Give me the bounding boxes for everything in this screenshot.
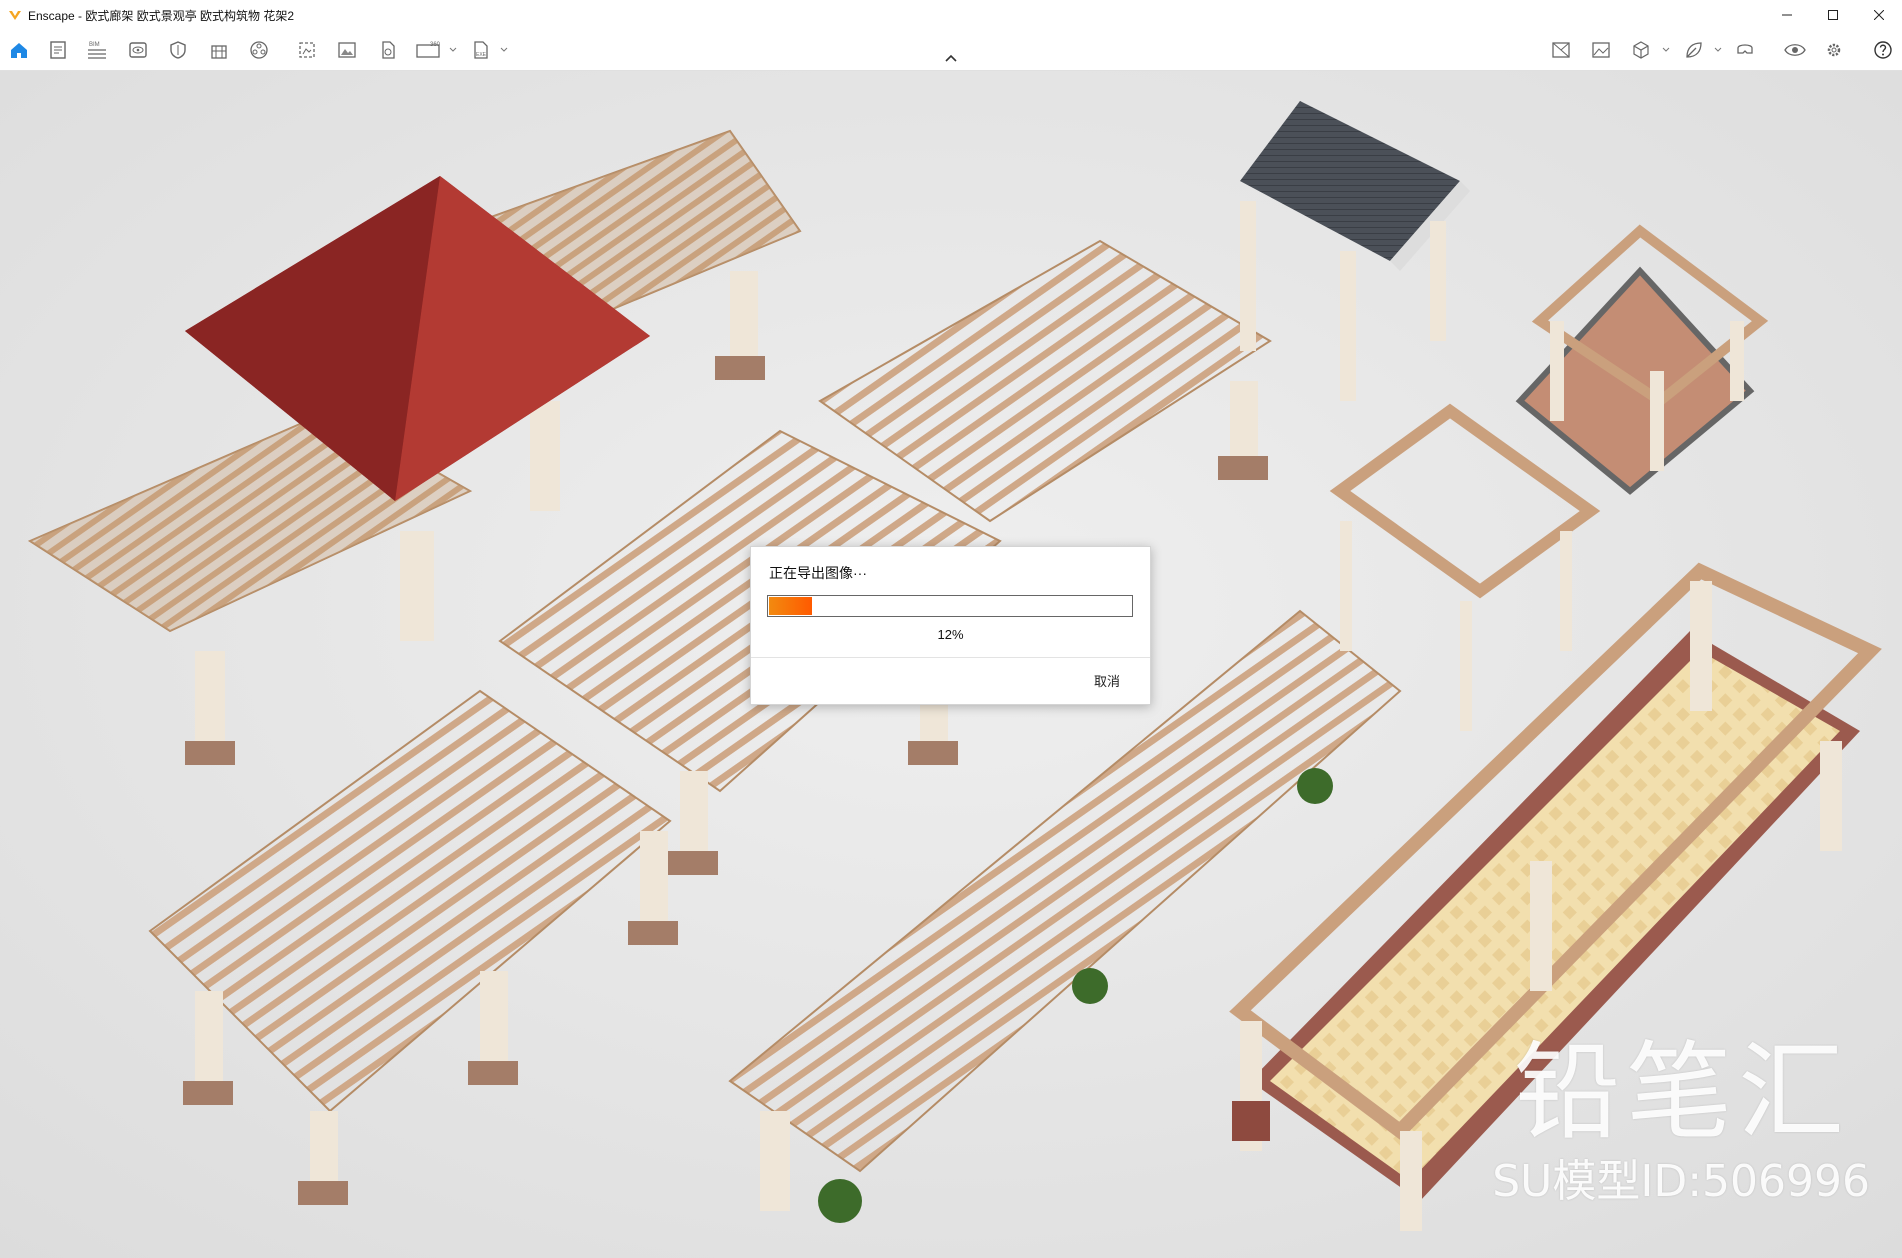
eye-icon	[1784, 44, 1806, 56]
landscape-button[interactable]	[1590, 39, 1612, 61]
visibility-icon	[129, 42, 147, 58]
watermark-model-id: SU模型ID:506996	[1492, 1156, 1870, 1207]
exe-export-icon: EXE	[474, 41, 488, 59]
cube-icon	[1633, 41, 1649, 59]
home-button[interactable]	[8, 39, 30, 61]
building-button[interactable]	[208, 39, 230, 61]
bim-button[interactable]: BIM	[86, 39, 108, 61]
cancel-button[interactable]: 取消	[1094, 671, 1120, 690]
exe-label: EXE	[476, 52, 487, 58]
panorama-label: 360	[430, 42, 441, 48]
maximize-button[interactable]	[1810, 0, 1856, 30]
export-document-button[interactable]	[377, 39, 399, 61]
progress-percent: 12%	[937, 627, 964, 642]
chevron-down-icon[interactable]	[500, 46, 508, 54]
visibility-button[interactable]	[127, 39, 149, 61]
dialog-title: 正在导出图像···	[769, 565, 867, 581]
progress-bar	[767, 595, 1133, 617]
vr-button[interactable]	[1734, 39, 1756, 61]
close-icon	[1874, 10, 1884, 20]
bim-icon: BIM	[88, 42, 106, 59]
building-icon	[211, 45, 227, 59]
vegetation-button[interactable]	[1683, 39, 1705, 61]
panorama-360-icon: 360	[416, 42, 441, 58]
materials-button[interactable]	[248, 39, 270, 61]
document-button[interactable]	[47, 39, 69, 61]
shield-icon	[170, 41, 186, 59]
image-icon	[338, 42, 356, 58]
home-icon	[11, 43, 27, 58]
shield-button[interactable]	[167, 39, 189, 61]
chevron-down-icon[interactable]	[1662, 46, 1670, 54]
chevron-down-icon[interactable]	[449, 46, 457, 54]
materials-icon	[250, 41, 268, 59]
leaf-icon	[1686, 42, 1702, 58]
export-document-icon	[382, 41, 395, 59]
help-button[interactable]	[1872, 39, 1894, 61]
toolbar: BIM 360 EXE	[0, 30, 1902, 71]
export-progress-dialog: 正在导出图像··· 12% 取消	[750, 546, 1151, 705]
watermark-brand: 铅笔汇	[1514, 1031, 1850, 1154]
minimize-button[interactable]	[1764, 0, 1810, 30]
panorama-button[interactable]: 360	[416, 39, 442, 61]
minimize-icon	[1782, 14, 1792, 16]
enscape-logo-icon	[9, 11, 21, 20]
close-button[interactable]	[1856, 0, 1902, 30]
screenshot-button[interactable]	[336, 39, 358, 61]
batch-render-button[interactable]	[296, 39, 318, 61]
map-icon	[1552, 42, 1570, 58]
batch-render-icon	[299, 42, 315, 58]
document-icon	[50, 41, 66, 59]
cube-button[interactable]	[1630, 39, 1652, 61]
title-bar: Enscape - 欧式廊架 欧式景观亭 欧式构筑物 花架2	[0, 0, 1902, 30]
progress-fill	[769, 597, 812, 615]
collapse-toolbar-icon[interactable]	[943, 52, 959, 64]
help-icon	[1874, 41, 1892, 59]
vr-headset-icon	[1737, 44, 1753, 54]
chevron-down-icon[interactable]	[1714, 46, 1722, 54]
maximize-icon	[1828, 10, 1838, 20]
eye-button[interactable]	[1784, 39, 1806, 61]
bim-label: BIM	[89, 42, 100, 48]
window-title: Enscape - 欧式廊架 欧式景观亭 欧式构筑物 花架2	[28, 8, 295, 23]
dialog-divider	[751, 657, 1150, 658]
map-button[interactable]	[1550, 39, 1572, 61]
settings-button[interactable]	[1823, 39, 1845, 61]
settings-icon	[1827, 43, 1841, 57]
exe-export-button[interactable]: EXE	[470, 39, 492, 61]
landscape-icon	[1592, 42, 1610, 58]
